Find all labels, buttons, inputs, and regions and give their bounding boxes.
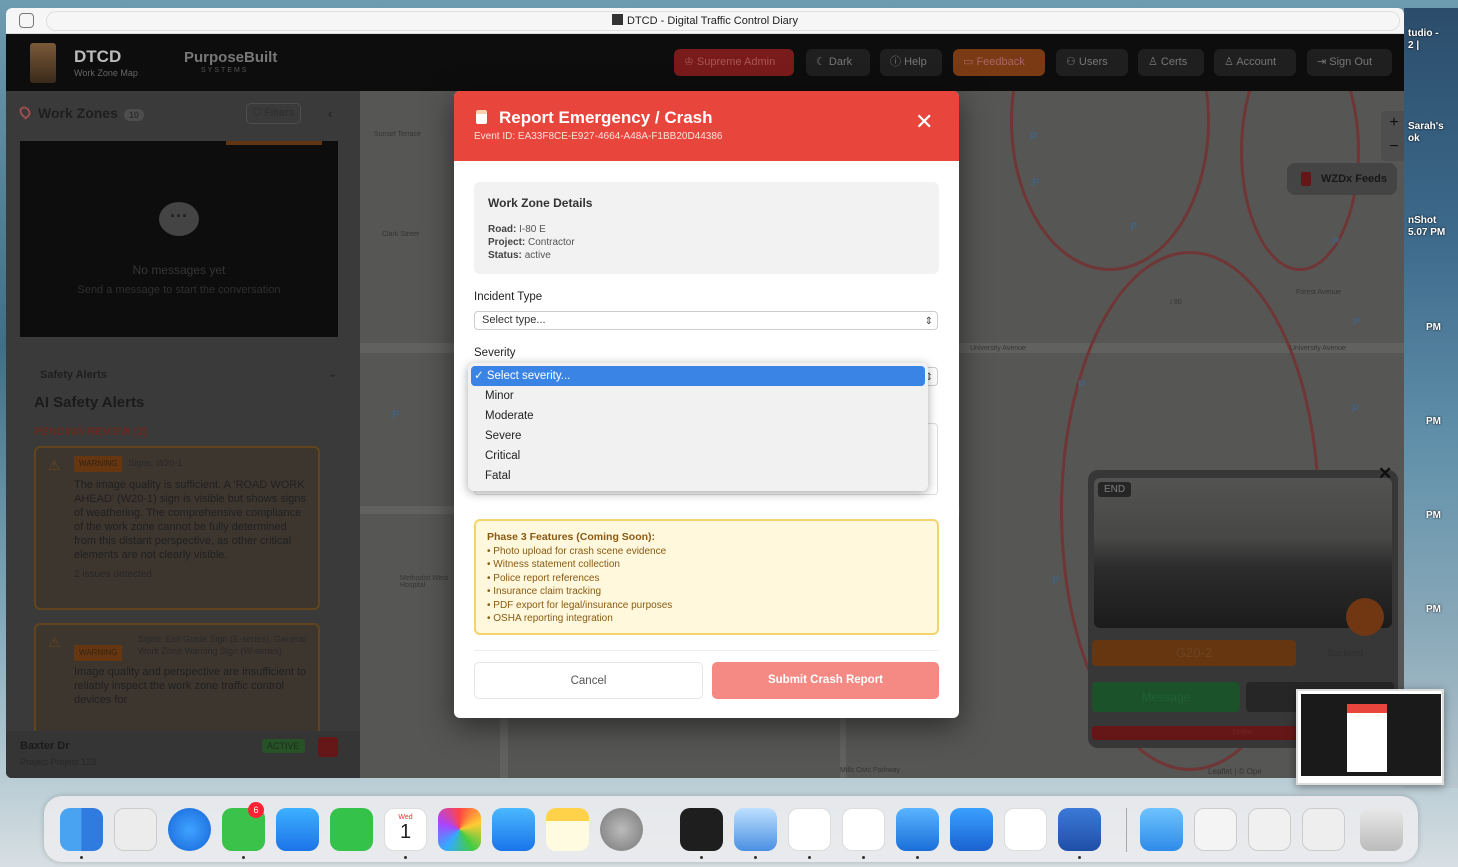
favicon-icon — [612, 14, 624, 25]
title-bar: DTCD - Digital Traffic Control Diary — [6, 8, 1404, 34]
dialog-title: Report Emergency / Crash — [499, 108, 713, 127]
running-indicator — [242, 856, 245, 859]
road-value: I-80 E — [519, 224, 546, 235]
sign-out-button[interactable]: ⇥ Sign Out — [1307, 49, 1392, 76]
phase3-heading: Phase 3 Features (Coming Soon): — [487, 531, 656, 543]
severity-option[interactable]: ✓ Select severity... — [471, 366, 925, 386]
running-indicator — [404, 856, 407, 859]
running-indicator — [754, 856, 757, 859]
simulator-icon[interactable] — [950, 808, 993, 851]
facetime-icon[interactable] — [330, 808, 373, 851]
note: 2 | — [1408, 40, 1420, 51]
notes-icon[interactable] — [546, 808, 589, 851]
xcode-icon[interactable] — [896, 808, 939, 851]
note: PM — [1426, 604, 1441, 615]
phase3-notice: Phase 3 Features (Coming Soon): • Photo … — [474, 519, 939, 635]
phase3-item: • Witness statement collection — [487, 559, 620, 570]
chatgpt-icon[interactable] — [842, 808, 885, 851]
partner-logo: PurposeBuilt — [184, 49, 278, 66]
note: ok — [1408, 133, 1420, 144]
instruments-icon[interactable] — [1004, 808, 1047, 851]
feedback-button[interactable]: ▭ Feedback — [953, 49, 1045, 76]
phase3-item: • Insurance claim tracking — [487, 586, 602, 597]
note: PM — [1426, 322, 1441, 333]
running-indicator — [1078, 856, 1081, 859]
brand-name: DTCD — [74, 47, 122, 66]
launchpad-icon[interactable] — [114, 808, 157, 851]
phase3-item: • PDF export for legal/insurance purpose… — [487, 599, 673, 611]
note: Sarah's — [1408, 121, 1444, 132]
help-button[interactable]: ⓘ Help — [880, 49, 942, 76]
app-store-icon[interactable] — [492, 808, 535, 851]
severity-option[interactable]: Minor — [468, 386, 928, 406]
note: PM — [1426, 510, 1441, 521]
submit-crash-report-button[interactable]: Submit Crash Report — [712, 662, 939, 699]
phase3-item: • Police report references — [487, 572, 600, 584]
mail-icon[interactable] — [276, 808, 319, 851]
partner-sub: SYSTEMS — [201, 67, 249, 74]
safari-icon[interactable] — [168, 808, 211, 851]
photos-icon[interactable] — [438, 808, 481, 851]
documents-stack-icon[interactable] — [1194, 808, 1237, 851]
incident-type-select[interactable]: Select type... ⇕ — [474, 311, 938, 330]
note: nShot — [1408, 215, 1437, 226]
running-indicator — [862, 856, 865, 859]
severity-label: Severity — [474, 347, 516, 359]
brand-subtitle: Work Zone Map — [74, 68, 138, 78]
preview-stack-icon[interactable] — [1248, 808, 1291, 851]
messages-badge: 6 — [248, 802, 264, 818]
dock-separator — [1126, 808, 1127, 852]
note: 5.07 PM — [1408, 227, 1446, 238]
xcode-cloud-icon[interactable] — [734, 808, 777, 851]
severity-option[interactable]: Moderate — [468, 406, 928, 426]
textedit-icon[interactable] — [788, 808, 831, 851]
divider — [474, 650, 939, 651]
details-heading: Work Zone Details — [488, 196, 593, 210]
screenshot-thumbnail[interactable] — [1296, 689, 1444, 785]
word-icon[interactable] — [1058, 808, 1101, 851]
event-id: Event ID: EA33F8CE-E927-4664-A48A-F1BB20… — [474, 131, 723, 142]
terminal-icon[interactable] — [680, 808, 723, 851]
screenshot-stack-icon[interactable] — [1302, 808, 1345, 851]
users-button[interactable]: ⚇ Users — [1056, 49, 1128, 76]
cancel-button[interactable]: Cancel — [474, 662, 703, 699]
severity-option[interactable]: Fatal — [468, 466, 928, 486]
dtcd-logo — [30, 43, 56, 83]
project-value: Contractor — [528, 237, 575, 248]
account-button[interactable]: ♙ Account — [1214, 49, 1296, 76]
emergency-icon — [476, 110, 487, 124]
dialog-header: Report Emergency / Crash Event ID: EA33F… — [454, 91, 959, 161]
browser-window: DTCD - Digital Traffic Control Diary DTC… — [6, 8, 1404, 778]
downloads-folder-icon[interactable] — [1140, 808, 1183, 851]
system-settings-icon[interactable] — [600, 808, 643, 851]
running-indicator — [916, 856, 919, 859]
calendar-icon[interactable]: Wed 1 — [384, 808, 427, 851]
running-indicator — [700, 856, 703, 859]
close-icon[interactable]: ✕ — [915, 111, 933, 133]
trash-icon[interactable] — [1360, 808, 1403, 851]
supreme-admin-button[interactable]: ♔ Supreme Admin — [674, 49, 794, 76]
running-indicator — [80, 856, 83, 859]
app-header: DTCD Work Zone Map PurposeBuilt SYSTEMS … — [6, 35, 1404, 91]
dock: 6 Wed 1 — [44, 796, 1418, 862]
note: PM — [1426, 416, 1441, 427]
severity-option[interactable]: Critical — [468, 446, 928, 466]
work-zone-details: Work Zone Details Road: I-80 E Project: … — [474, 182, 939, 274]
phase3-item: • OSHA reporting integration — [487, 613, 613, 624]
crash-report-dialog: Report Emergency / Crash Event ID: EA33F… — [454, 91, 959, 718]
running-indicator — [808, 856, 811, 859]
severity-option[interactable]: Severe — [468, 426, 928, 446]
note: tudio - — [1408, 28, 1439, 39]
certs-button[interactable]: ♙ Certs — [1138, 49, 1204, 76]
severity-dropdown: ✓ Select severity... Minor Moderate Seve… — [468, 363, 928, 491]
desktop-right-strip: tudio - 2 | Sarah's ok nShot 5.07 PM PM … — [1404, 8, 1458, 788]
window-title: DTCD - Digital Traffic Control Diary — [6, 14, 1404, 27]
select-arrows-icon: ⇕ — [924, 316, 933, 327]
phase3-item: • Photo upload for crash scene evidence — [487, 545, 667, 557]
finder-icon[interactable] — [60, 808, 103, 851]
incident-type-label: Incident Type — [474, 291, 543, 303]
dark-mode-button[interactable]: ☾ Dark — [806, 49, 870, 76]
status-value: active — [524, 250, 551, 261]
